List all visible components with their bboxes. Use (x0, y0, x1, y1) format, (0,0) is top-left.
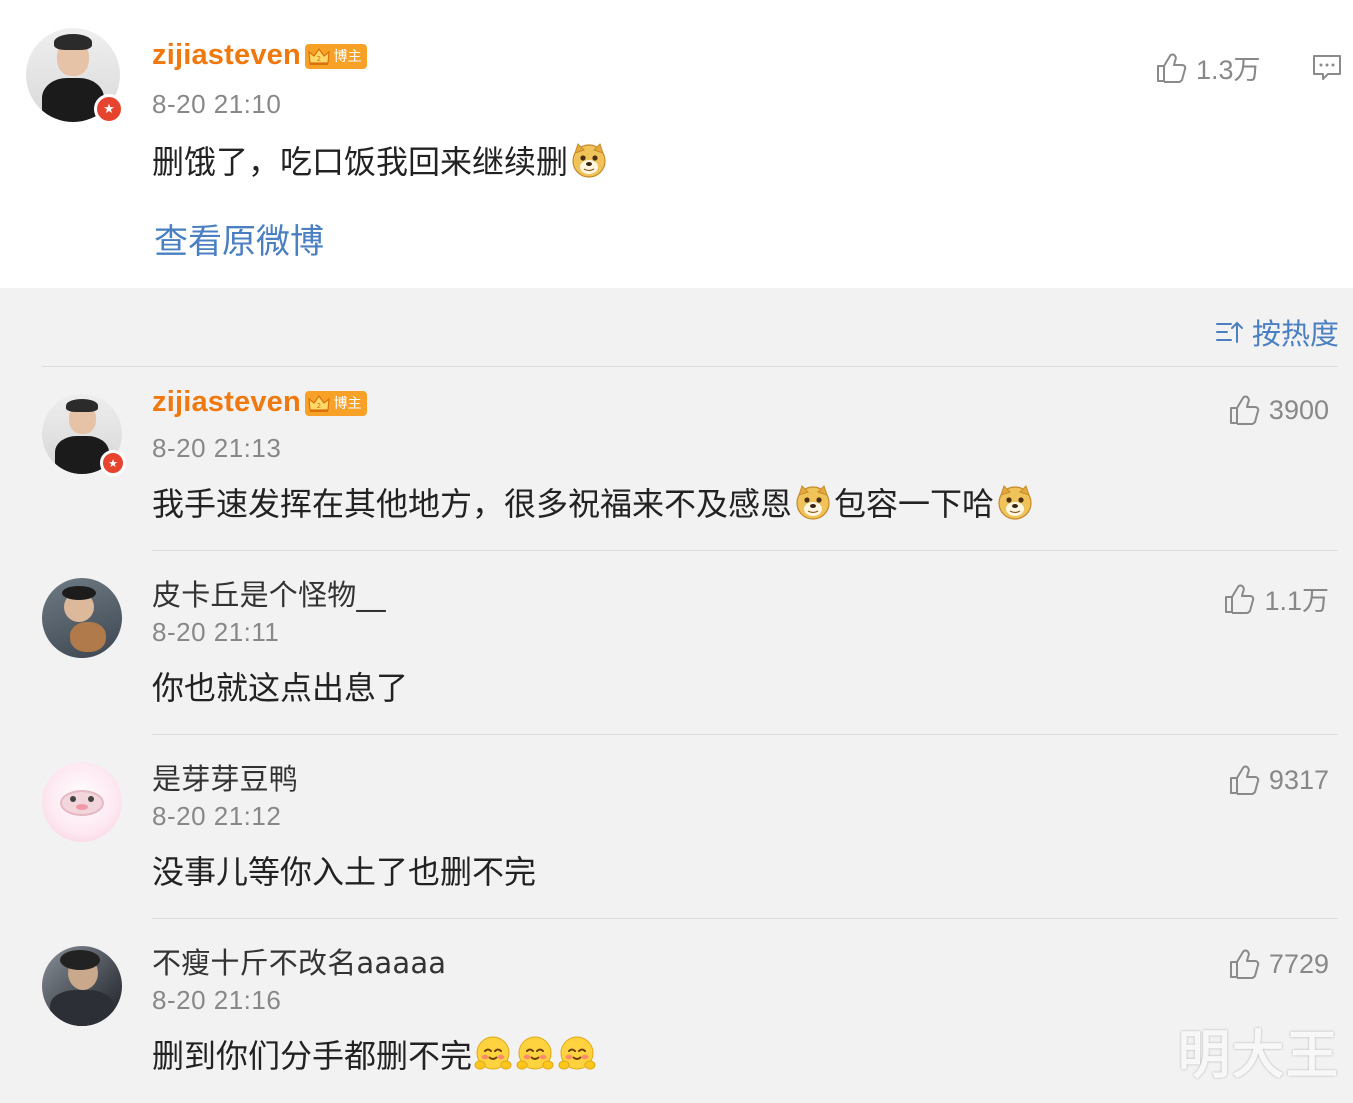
divider (42, 366, 1338, 367)
username[interactable]: zijiasteven 博主 (152, 386, 367, 419)
thumbs-up-icon (1227, 393, 1261, 427)
comment-time: 8-20 21:10 (152, 89, 282, 119)
username[interactable]: 皮卡丘是个怪物__ (152, 572, 386, 614)
divider (152, 734, 1338, 735)
comment-text: 我手速发挥在其他地方，很多祝福来不及感恩 包容一下哈 (152, 479, 1036, 525)
thumbs-up-icon (1227, 763, 1261, 797)
blogger-badge: 博主 (304, 391, 367, 416)
like-button[interactable]: 3900 (1227, 393, 1329, 427)
verified-badge-icon: ★ (100, 450, 126, 476)
username[interactable]: 不瘦十斤不改名aaaaa (152, 940, 446, 982)
thumbs-up-icon (1154, 51, 1188, 85)
comment-time: 8-20 21:13 (152, 433, 282, 463)
avatar[interactable]: ★ (26, 28, 124, 124)
comment-time: 8-20 21:16 (152, 985, 282, 1015)
like-button[interactable]: 7729 (1227, 947, 1329, 981)
watermark: 明大王 (1178, 1026, 1341, 1086)
sort-icon (1215, 321, 1243, 343)
comment-text: 你也就这点出息了 (152, 669, 409, 707)
comment-text: 删到你们分手都删不完 (152, 1031, 598, 1077)
comment-text: 删饿了，吃口饭我回来继续删 (152, 137, 610, 183)
hug-emoji-icon (474, 1035, 512, 1073)
thumbs-up-icon (1222, 582, 1256, 616)
hug-emoji-icon (558, 1035, 596, 1073)
verified-badge-icon: ★ (94, 94, 124, 124)
thumbs-up-icon (1227, 947, 1261, 981)
comment-time: 8-20 21:11 (152, 617, 280, 647)
avatar[interactable] (42, 946, 122, 1026)
like-button[interactable]: 9317 (1227, 763, 1329, 797)
like-button[interactable]: 1.1万 (1222, 579, 1329, 618)
comment-icon[interactable] (1310, 50, 1344, 84)
original-comment: ★ zijiasteven 博主 8-20 21:10 删饿了，吃口饭我回来继续删… (0, 0, 1353, 288)
comment-text: 没事儿等你入土了也删不完 (152, 853, 537, 891)
doge-emoji-icon (996, 483, 1034, 521)
crown-icon (308, 394, 330, 413)
comment-time: 8-20 21:12 (152, 801, 282, 831)
doge-emoji-icon (570, 141, 608, 179)
doge-emoji-icon (794, 483, 832, 521)
username[interactable]: 是芽芽豆鸭 (152, 756, 298, 798)
blogger-badge: 博主 (304, 44, 367, 69)
view-original-weibo-link[interactable]: 查看原微博 (154, 214, 324, 263)
crown-icon (308, 47, 330, 66)
hug-emoji-icon (516, 1035, 554, 1073)
avatar[interactable] (42, 762, 122, 842)
like-button[interactable]: 1.3万 (1154, 48, 1261, 87)
divider (152, 550, 1338, 551)
avatar[interactable] (42, 578, 122, 658)
username[interactable]: zijiasteven 博主 (152, 39, 367, 72)
avatar[interactable]: ★ (42, 394, 126, 476)
sort-toggle[interactable]: 按热度 (1214, 311, 1339, 353)
divider (152, 918, 1338, 919)
